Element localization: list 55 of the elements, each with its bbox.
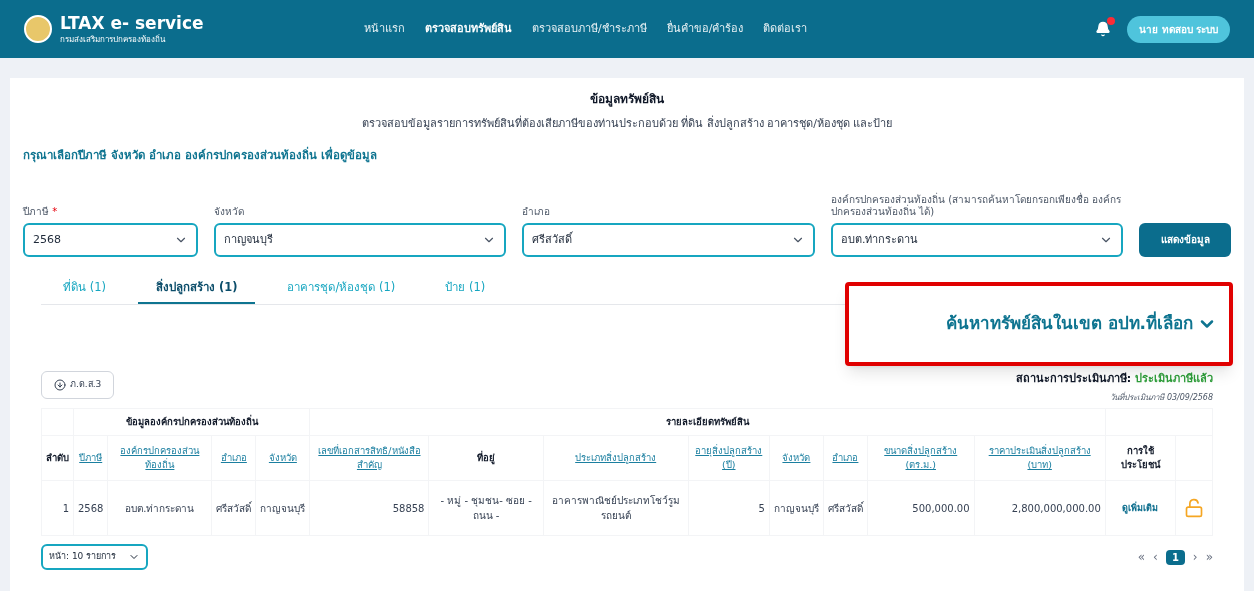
nav-link[interactable]: ติดต่อเรา (763, 20, 808, 38)
nav-link[interactable]: หน้าแรก (364, 20, 405, 38)
field-label: องค์กรปกครองส่วนท้องถิ่น (สามารถค้นหาโดยกรอกเพียงชื่อ องค์กรปกครองส่วนท้องถิ่น ได้) (831, 193, 1123, 219)
previous-page-button[interactable]: ‹ (1153, 548, 1158, 566)
download-button[interactable]: ภ.ด.ส.3 (41, 371, 115, 399)
tab[interactable]: สิ่งปลูกสร้าง (1) (137, 278, 256, 304)
tax-status: สถานะการประเมินภาษี: ประเมินภาษีแล้ว (1015, 371, 1213, 387)
next-page-button[interactable]: › (1192, 548, 1198, 566)
view-more-link[interactable]: ดูเพิ่มเติม (1122, 503, 1159, 513)
column-header: การใช้ประโยชน์ (1119, 443, 1162, 472)
notification-icon[interactable] (1095, 21, 1112, 37)
nav-link[interactable]: ตรวจสอบทรัพย์สิน (425, 20, 512, 38)
tab[interactable]: ที่ดิน (1) (45, 278, 124, 304)
app-title: LTAX e- service (60, 13, 204, 34)
download-icon (54, 378, 66, 391)
dropdown-field[interactable]: 2568 (23, 222, 198, 257)
assessment-date: วันที่ประเมินภาษี 03/09/2568 (1110, 391, 1213, 404)
table-cell: ศรีสวัสดิ์ (827, 502, 863, 514)
seal-logo-icon (24, 15, 52, 43)
first-page-button[interactable]: « (1137, 548, 1146, 566)
table-cell: 58858 (392, 502, 425, 514)
column-header: ลำดับ (46, 450, 69, 465)
table-cell: 2,800,000,000.00 (1011, 502, 1101, 514)
nav-link[interactable]: ยื่นคำขอ/คำร้อง (666, 20, 744, 38)
page-subtitle: ตรวจสอบข้อมูลรายการทรัพย์สินที่ต้องเสียภาษีของท่านประกอบด้วย ที่ดิน สิ่งปลูกสร้าง อาคารชุด/ห้องชุด และป้าย (361, 116, 893, 132)
dropdown-field[interactable]: ศรีสวัสดิ์ (522, 222, 815, 257)
table-cell: 2568 (78, 502, 104, 514)
group-header: ข้อมูลองค์กรปกครองส่วนท้องถิ่น (125, 415, 258, 427)
show-data-button[interactable]: แสดงข้อมูล (1139, 222, 1231, 257)
nav-link[interactable]: ตรวจสอบภาษี/ชำระภาษี (532, 20, 647, 38)
page-size-select[interactable]: หน้า: 10 รายการ (41, 544, 149, 570)
field-label: จังหวัด (214, 206, 245, 219)
table-cell: กาญจนบุรี (260, 502, 306, 514)
search-toggle[interactable]: ค้นหาทรัพย์สินในเขต อปท.ที่เลือก (945, 311, 1217, 337)
table-cell: ศรีสวัสดิ์ (216, 502, 252, 514)
page-title: ข้อมูลทรัพย์สิน (590, 91, 664, 108)
tab[interactable]: ป้าย (1) (427, 278, 504, 304)
filter-prompt: กรุณาเลือกปีภาษี จังหวัด อำเภอ องค์กรปกครองส่วนท้องถิ่น เพื่อดูข้อมูล (23, 146, 378, 164)
page-button[interactable]: 1 (1165, 549, 1185, 565)
dropdown-field[interactable]: อบต.ท่ากระดาน (831, 222, 1123, 257)
tab[interactable]: อาคารชุด/ห้องชุด (1) (269, 278, 414, 304)
app-subtitle: กรมส่งเสริมการปกครองท้องถิ่น (60, 34, 167, 45)
table-cell: กาญจนบุรี (773, 502, 819, 514)
table-cell: - หมู่ - ชุมชน- ซอย - ถนน - (440, 495, 532, 522)
dropdown-field[interactable]: กาญจนบุรี (214, 222, 506, 257)
last-page-button[interactable]: » (1205, 548, 1213, 566)
column-header: ที่อยู่ (476, 450, 497, 466)
table-cell: 1 (62, 502, 69, 514)
table-cell: อบต.ท่ากระดาน (125, 502, 195, 514)
field-label: อำเภอ (522, 206, 551, 219)
table-cell: อาคารพาณิชย์ประเภทโชว์รูมรถยนต์ (551, 495, 680, 522)
field-label: ปีภาษี * (23, 206, 59, 219)
table-cell: 500,000.00 (912, 502, 970, 514)
group-header: รายละเอียดทรัพย์สิน (666, 415, 750, 427)
table-cell: 5 (758, 502, 765, 514)
